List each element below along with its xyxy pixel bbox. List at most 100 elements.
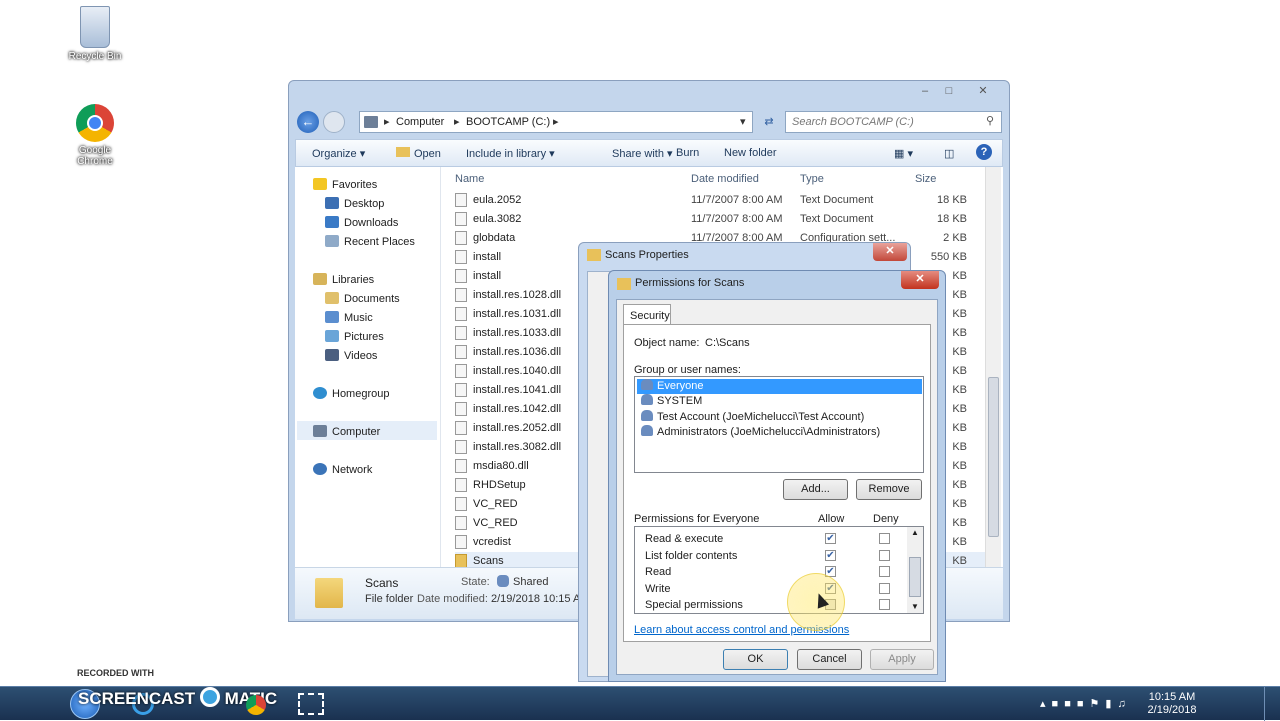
file-name: install.res.1031.dll (473, 308, 562, 320)
column-size[interactable]: Size (915, 173, 936, 185)
address-dropdown-icon[interactable]: ▾ (740, 115, 746, 128)
help-icon[interactable]: ? (976, 144, 992, 160)
object-name-value: C:\Scans (705, 337, 750, 349)
perm-scrollbar-thumb[interactable] (909, 557, 921, 597)
chrome-desktop-icon[interactable]: Google Chrome (60, 104, 130, 167)
file-icon (455, 269, 467, 283)
view-options-icon[interactable]: ▦ ▾ (894, 147, 913, 160)
scroll-up-icon[interactable]: ▲ (911, 528, 919, 537)
nav-recent-places[interactable]: Recent Places (325, 235, 415, 248)
user-test-account[interactable]: Test Account (JoeMichelucci\Test Account… (641, 410, 864, 425)
file-name: install.res.1041.dll (473, 384, 562, 396)
file-row[interactable]: eula.3082 11/7/2007 8:00 AM Text Document 1… (455, 210, 1000, 229)
nav-music[interactable]: Music (325, 311, 373, 324)
perm-close-button[interactable]: ✕ (901, 271, 939, 289)
include-in-library-button[interactable]: Include in library ▾ (466, 147, 555, 160)
clock[interactable]: 10:15 AM 2/19/2018 (1140, 691, 1204, 717)
tray-app-icon[interactable]: ■ (1064, 698, 1077, 710)
deny-checkbox[interactable] (879, 549, 890, 561)
breadcrumb-computer[interactable]: Computer (396, 116, 444, 128)
breadcrumb-drive[interactable]: BOOTCAMP (C:) (466, 116, 550, 128)
details-date: 2/19/2018 10:15 AM (491, 593, 590, 605)
tray-flag-icon[interactable]: ⚑ (1090, 698, 1106, 710)
permission-name: List folder contents (645, 549, 738, 562)
close-button[interactable]: ✕ (971, 84, 995, 101)
user-everyone[interactable]: Everyone (641, 379, 703, 394)
maximize-button[interactable]: □ (937, 84, 961, 101)
nav-computer[interactable]: Computer (313, 425, 380, 438)
user-system[interactable]: SYSTEM (641, 394, 702, 409)
nav-desktop[interactable]: Desktop (325, 197, 384, 210)
deny-checkbox[interactable] (879, 533, 890, 544)
burn-button[interactable]: Burn (676, 147, 699, 159)
nav-documents[interactable]: Documents (325, 292, 400, 305)
navigation-pane: Favorites Desktop Downloads Recent Place… (295, 167, 441, 567)
user-administrators[interactable]: Administrators (JoeMichelucci\Administra… (641, 425, 880, 440)
apply-button[interactable]: Apply (870, 649, 934, 670)
organize-button[interactable]: Organize ▾ (312, 147, 365, 160)
forward-button[interactable] (323, 111, 345, 133)
chrome-taskbar-icon[interactable] (246, 695, 266, 715)
nav-videos[interactable]: Videos (325, 349, 377, 362)
remove-button[interactable]: Remove (856, 479, 922, 500)
recycle-bin-icon[interactable]: Recycle Bin (60, 6, 130, 62)
deny-checkbox[interactable] (879, 582, 890, 594)
scroll-down-icon[interactable]: ▼ (911, 602, 919, 611)
address-bar[interactable]: ▸ Computer ▸ BOOTCAMP (C:) ▸ ▾ (359, 111, 753, 133)
nav-homegroup[interactable]: Homegroup (313, 387, 389, 400)
preview-pane-icon[interactable]: ◫ (944, 147, 954, 160)
props-folder-icon (587, 249, 601, 261)
details-kind: File folder (365, 593, 414, 605)
column-type[interactable]: Type (800, 173, 824, 185)
user-list[interactable]: Everyone SYSTEM Test Account (JoeMichelu… (634, 376, 924, 473)
allow-checkbox[interactable]: ✔ (825, 549, 836, 561)
tray-app-icon[interactable]: ■ (1052, 698, 1065, 710)
file-row[interactable]: eula.2052 11/7/2007 8:00 AM Text Document 1… (455, 191, 1000, 210)
scrollbar[interactable] (985, 167, 1001, 567)
column-date[interactable]: Date modified (691, 173, 759, 185)
file-icon (455, 459, 467, 473)
user-group-icon (641, 394, 653, 405)
column-name[interactable]: Name (455, 173, 484, 185)
perm-folder-icon (617, 278, 631, 290)
add-button[interactable]: Add... (783, 479, 848, 500)
permission-row: Write✔ (645, 581, 915, 597)
show-desktop-button[interactable] (1264, 687, 1280, 721)
breadcrumb-arrow-icon: ▸ (384, 116, 390, 128)
file-name: VC_RED (473, 498, 518, 510)
nav-pictures[interactable]: Pictures (325, 330, 384, 343)
back-button[interactable]: ← (297, 111, 319, 133)
network-icon (313, 463, 327, 475)
tray-volume-icon[interactable]: ♫ (1117, 698, 1131, 710)
new-folder-button[interactable]: New folder (724, 147, 777, 159)
deny-checkbox[interactable] (879, 566, 890, 577)
nav-network[interactable]: Network (313, 463, 372, 476)
allow-checkbox[interactable]: ✔ (825, 533, 836, 544)
nav-libraries[interactable]: Libraries (313, 273, 374, 286)
file-icon (455, 345, 467, 359)
tray-network-icon[interactable]: ▮ (1105, 698, 1117, 710)
permission-name: Read (645, 566, 672, 578)
refresh-button[interactable]: ⇄ (759, 111, 779, 133)
ok-button[interactable]: OK (723, 649, 788, 670)
share-with-button[interactable]: Share with ▾ (612, 147, 673, 160)
open-button[interactable]: Open (396, 147, 441, 160)
tab-security[interactable]: Security (623, 304, 671, 325)
tray-up-arrow-icon[interactable]: ▴ (1040, 698, 1052, 710)
search-input[interactable]: Search BOOTCAMP (C:) (785, 111, 1002, 133)
perm-scrollbar[interactable]: ▲ ▼ (907, 527, 923, 613)
snipping-tool-taskbar-icon[interactable] (298, 693, 324, 715)
minimize-button[interactable]: – (913, 84, 937, 101)
recent-places-icon (325, 235, 339, 247)
props-close-button[interactable]: ✕ (873, 243, 907, 261)
deny-checkbox[interactable] (879, 599, 890, 610)
nav-downloads[interactable]: Downloads (325, 216, 398, 229)
group-names-label: Group or user names: (634, 364, 741, 376)
file-icon (455, 231, 467, 245)
file-name: install.res.1036.dll (473, 346, 562, 358)
tray-app-icon[interactable]: ■ (1077, 698, 1090, 710)
cancel-button[interactable]: Cancel (797, 649, 862, 670)
scrollbar-thumb[interactable] (988, 377, 999, 537)
documents-icon (325, 292, 339, 304)
nav-favorites[interactable]: Favorites (313, 178, 377, 191)
